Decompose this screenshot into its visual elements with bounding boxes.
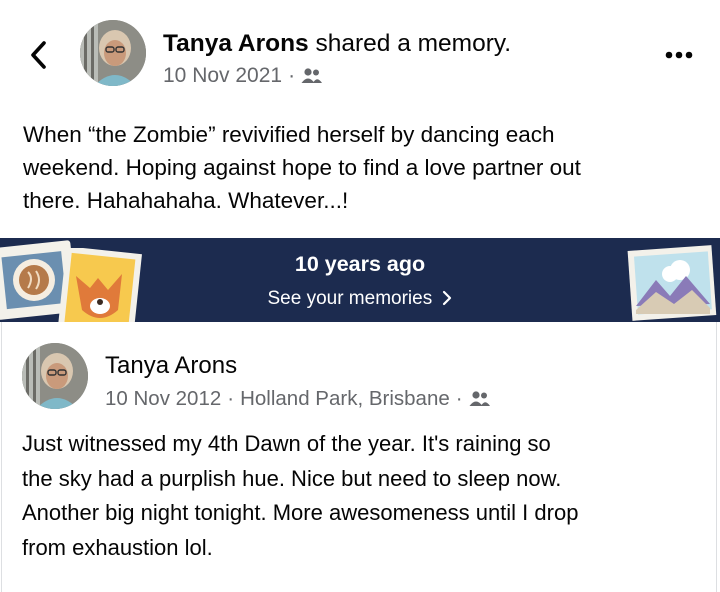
post-text-line: Another big night tonight. More awesomen… — [22, 500, 579, 525]
more-button[interactable] — [664, 48, 694, 62]
share-text-line: When “the Zombie” revivified herself by … — [23, 122, 555, 147]
share-text: When “the Zombie” revivified herself by … — [23, 118, 713, 217]
separator: · — [227, 387, 235, 410]
avatar[interactable] — [80, 20, 146, 86]
memory-banner[interactable]: 10 years ago See your memories — [0, 238, 720, 322]
more-horizontal-icon — [665, 51, 693, 59]
share-text-line: weekend. Hoping against hope to find a l… — [23, 155, 581, 180]
separator: · — [288, 64, 296, 87]
post-location[interactable]: Holland Park, Brisbane — [240, 387, 450, 411]
avatar-photo — [22, 343, 88, 409]
post-text-line: Just witnessed my 4th Dawn of the year. … — [22, 431, 551, 456]
separator: · — [455, 387, 463, 410]
author-name[interactable]: Tanya Arons — [163, 30, 309, 57]
chevron-left-icon — [31, 41, 46, 69]
memory-banner-title: 10 years ago — [294, 252, 426, 276]
post-meta: 10 Nov 2012 · Holland Park, Brisbane · — [105, 387, 491, 411]
avatar[interactable] — [22, 343, 88, 409]
header-title: Tanya Arons shared a memory. — [163, 30, 511, 58]
action-text: shared a memory. — [308, 30, 512, 57]
post-date[interactable]: 10 Nov 2021 — [163, 64, 282, 88]
post-text: Just witnessed my 4th Dawn of the year. … — [22, 427, 714, 565]
post-author-name[interactable]: Tanya Arons — [105, 352, 237, 380]
avatar-photo — [80, 20, 146, 86]
post-date[interactable]: 10 Nov 2012 — [105, 387, 221, 411]
share-text-line: there. Hahahahaha. Whatever...! — [23, 188, 349, 213]
header-meta: 10 Nov 2021 · — [163, 64, 323, 88]
friends-icon — [469, 391, 490, 406]
post-text-line: the sky had a purplish hue. Nice but nee… — [22, 465, 562, 491]
post-text-line: from exhaustion lol. — [22, 534, 213, 560]
see-memories-label: See your memories — [267, 288, 433, 309]
chevron-right-icon — [442, 290, 451, 306]
back-button[interactable] — [24, 38, 54, 72]
friends-icon — [301, 68, 323, 83]
see-memories-link[interactable]: See your memories — [0, 288, 720, 310]
